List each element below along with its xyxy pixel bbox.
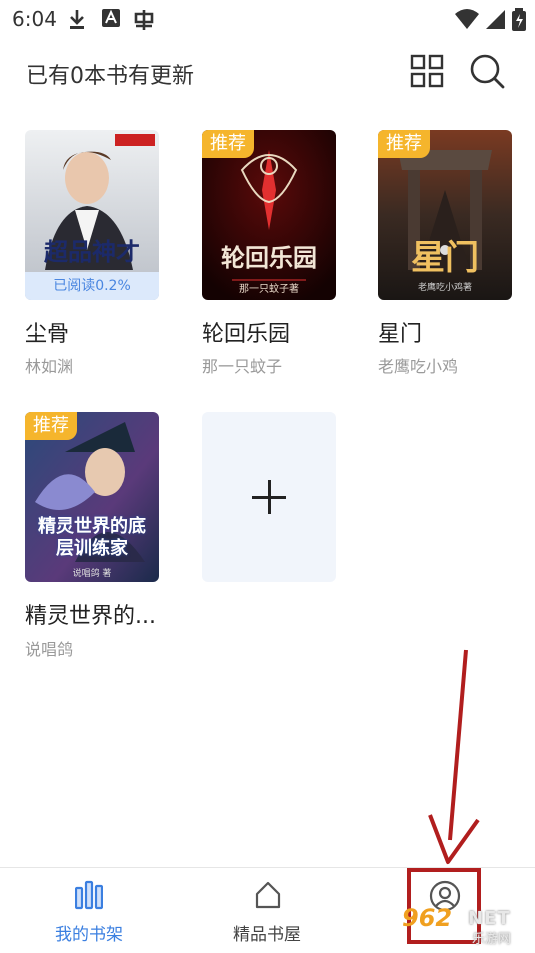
book-author: 说唱鸽 <box>25 640 74 659</box>
watermark-number: 962 <box>402 904 453 932</box>
recommend-badge: 推荐 <box>202 130 254 158</box>
bookshelf-icon <box>75 880 103 910</box>
plus-icon <box>268 480 271 514</box>
book-title[interactable]: 精灵世界的... <box>25 598 156 630</box>
book-author: 那一只蚊子 <box>202 357 283 376</box>
app-notification-icon <box>102 9 120 27</box>
signal-icon <box>486 10 505 29</box>
book-title[interactable]: 星门 <box>378 316 422 348</box>
nav-label-bookstore: 精品书屋 <box>233 925 301 945</box>
grid-view-icon[interactable] <box>410 54 444 88</box>
book-cover[interactable]: 推荐 轮回乐园 那一只蚊子著 <box>202 130 336 300</box>
cover-title-text: 星门 <box>411 238 479 278</box>
reading-progress-label: 已阅读0.2% <box>25 272 159 300</box>
search-icon[interactable] <box>468 52 506 90</box>
add-book-button[interactable] <box>202 412 336 582</box>
watermark-sub: 乐游网 <box>472 932 512 947</box>
nav-tab-bookshelf[interactable]: 我的书架 <box>0 868 178 953</box>
recommend-badge: 推荐 <box>378 130 430 158</box>
battery-icon <box>512 8 526 31</box>
status-bar: 6:04 <box>0 0 535 40</box>
download-icon <box>70 10 84 29</box>
nav-label-bookshelf: 我的书架 <box>55 925 123 945</box>
book-cover[interactable]: 推荐 星门 老鹰吃小鸡著 <box>378 130 512 300</box>
book-cover[interactable]: 推荐 精灵世界的底层训练家 说唱鸽 著 <box>25 412 159 582</box>
cover-author-text: 说唱鸽 著 <box>72 569 112 579</box>
wifi-icon <box>455 9 479 29</box>
page-title: 已有0本书有更新 <box>26 64 194 89</box>
cover-title-text: 精灵世界的底层训练家 <box>38 516 146 559</box>
cover-title-text: 超品神才 <box>44 237 140 266</box>
cover-title-text: 轮回乐园 <box>221 243 317 272</box>
site-watermark: 962 NET 乐游网 <box>398 902 532 948</box>
book-author: 林如渊 <box>25 357 74 376</box>
book-title[interactable]: 尘骨 <box>25 316 69 348</box>
book-author: 老鹰吃小鸡 <box>378 357 459 376</box>
cover-author-text: 老鹰吃小鸡著 <box>417 283 472 293</box>
house-icon <box>255 881 281 909</box>
recommend-badge: 推荐 <box>25 412 77 440</box>
status-time: 6:04 <box>12 7 57 31</box>
book-title[interactable]: 轮回乐园 <box>202 316 290 348</box>
book-cover[interactable]: 超品神才 已阅读0.2% <box>25 130 159 300</box>
cover-author-text: 那一只蚊子著 <box>239 284 299 295</box>
nav-tab-bookstore[interactable]: 精品书屋 <box>178 868 356 953</box>
watermark-suffix: NET <box>468 908 511 929</box>
bug-notification-icon <box>134 10 154 30</box>
